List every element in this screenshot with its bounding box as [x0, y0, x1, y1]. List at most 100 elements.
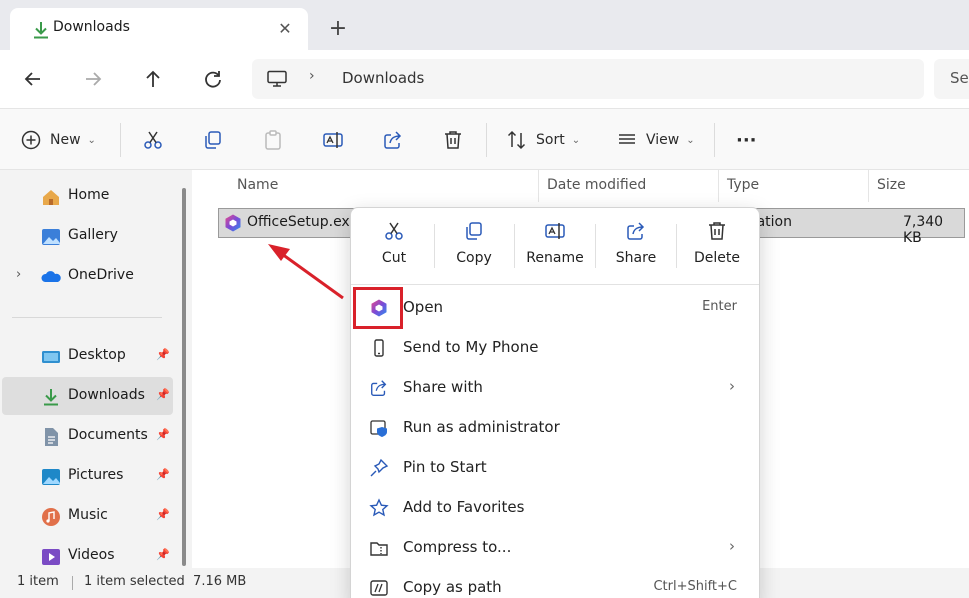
context-rename-button[interactable]: Rename: [514, 220, 596, 278]
column-header-type[interactable]: Type: [727, 177, 759, 193]
menu-item-label: Run as administrator: [403, 418, 560, 436]
menu-item-add-to-favorites[interactable]: Add to Favorites: [355, 489, 755, 527]
tab-downloads[interactable]: Downloads ✕: [10, 8, 308, 50]
sidebar-item-documents[interactable]: Documents 📌: [2, 417, 173, 455]
delete-button[interactable]: [442, 127, 464, 153]
view-button[interactable]: View ⌄: [616, 127, 695, 153]
sidebar-item-pictures[interactable]: Pictures 📌: [2, 457, 173, 495]
copy-icon: [466, 222, 482, 240]
column-divider[interactable]: [718, 170, 719, 202]
sidebar-divider: [12, 317, 162, 318]
menu-item-label: Open: [403, 298, 444, 316]
new-tab-button[interactable]: +: [325, 17, 351, 43]
view-list-icon: [619, 134, 635, 144]
pictures-icon: [42, 469, 60, 485]
context-rename-label: Rename: [526, 250, 584, 266]
phone-icon: [374, 339, 384, 357]
context-menu: Cut Copy Rename Share Delete Open Enter …: [350, 207, 760, 598]
chevron-right-icon: ›: [729, 537, 735, 555]
sidebar-item-downloads[interactable]: Downloads 📌: [2, 377, 173, 415]
back-arrow-icon[interactable]: [20, 66, 46, 92]
plus-circle-icon: [21, 130, 41, 150]
menu-item-copy-as-path[interactable]: Copy as path Ctrl+Shift+C: [355, 569, 755, 598]
column-divider[interactable]: [868, 170, 869, 202]
up-arrow-icon[interactable]: [140, 66, 166, 92]
tab-title: Downloads: [53, 19, 130, 35]
pin-icon: 📌: [156, 508, 170, 521]
menu-item-pin-to-start[interactable]: Pin to Start: [355, 449, 755, 487]
sort-button[interactable]: Sort ⌄: [506, 127, 580, 153]
zip-icon: [370, 542, 388, 556]
this-pc-icon: [267, 70, 287, 87]
trash-icon: [709, 222, 725, 240]
more-options-button[interactable]: ···: [736, 127, 757, 153]
office-icon: [225, 214, 241, 232]
desktop-icon: [42, 351, 60, 363]
sidebar-item-label: Music: [68, 507, 108, 523]
sidebar-item-label: Gallery: [68, 227, 118, 243]
column-header-size[interactable]: Size: [877, 177, 906, 193]
item-count: 1 item: [17, 574, 59, 589]
copy-button[interactable]: [202, 127, 224, 153]
tab-strip: Downloads ✕ +: [0, 0, 969, 50]
menu-item-compress[interactable]: Compress to... ›: [355, 529, 755, 567]
menu-item-run-as-admin[interactable]: Run as administrator: [355, 409, 755, 447]
sidebar-item-onedrive[interactable]: › OneDrive: [2, 257, 173, 295]
context-share-button[interactable]: Share: [595, 220, 677, 278]
star-icon: [369, 498, 389, 517]
menu-item-label: Add to Favorites: [403, 498, 525, 516]
search-input[interactable]: Se: [934, 59, 969, 99]
breadcrumb-downloads[interactable]: Downloads: [342, 69, 424, 87]
context-share-label: Share: [615, 250, 657, 266]
trash-icon: [445, 131, 461, 149]
toolbar-divider: [714, 123, 715, 157]
context-copy-button[interactable]: Copy: [433, 220, 515, 278]
sidebar-item-home[interactable]: Home: [2, 177, 173, 215]
address-bar[interactable]: › Downloads: [252, 59, 924, 99]
menu-item-shortcut: Ctrl+Shift+C: [653, 579, 737, 594]
documents-icon: [45, 428, 58, 446]
file-name: OfficeSetup.exe: [247, 214, 358, 230]
pin-icon: 📌: [156, 468, 170, 481]
sidebar-item-desktop[interactable]: Desktop 📌: [2, 337, 173, 375]
sidebar-item-label: Home: [68, 187, 110, 203]
share-button[interactable]: [382, 127, 404, 153]
command-bar: New ⌄ Sort ⌄ View ⌄ ···: [0, 108, 969, 170]
music-icon: [42, 508, 60, 526]
download-icon: [44, 389, 58, 406]
menu-item-send-to-phone[interactable]: Send to My Phone: [355, 329, 755, 367]
shield-icon: [370, 420, 387, 437]
sidebar-item-music[interactable]: Music 📌: [2, 497, 173, 535]
menu-item-label: Pin to Start: [403, 458, 487, 476]
context-cut-button[interactable]: Cut: [353, 220, 435, 278]
scissors-icon: [144, 131, 162, 149]
menu-divider: [351, 284, 759, 285]
rename-button[interactable]: [322, 127, 344, 153]
menu-item-label: Copy as path: [403, 578, 502, 596]
pin-icon: [370, 458, 389, 477]
chevron-down-icon: ⌄: [87, 134, 96, 146]
menu-item-share-with[interactable]: Share with ›: [355, 369, 755, 407]
sidebar-item-label: OneDrive: [68, 267, 134, 283]
chevron-down-icon: ⌄: [686, 134, 695, 146]
status-divider: [72, 576, 73, 590]
expand-chevron-icon[interactable]: ›: [16, 267, 21, 282]
new-button[interactable]: New ⌄: [20, 127, 96, 153]
forward-arrow-icon[interactable]: [80, 66, 106, 92]
paste-button[interactable]: [262, 127, 284, 153]
menu-item-open[interactable]: Open Enter: [355, 289, 755, 327]
close-tab-icon[interactable]: ✕: [274, 18, 296, 40]
column-divider[interactable]: [538, 170, 539, 202]
menu-item-label: Send to My Phone: [403, 338, 539, 356]
context-delete-label: Delete: [694, 250, 740, 266]
context-delete-button[interactable]: Delete: [676, 220, 758, 278]
breadcrumb-separator: ›: [309, 68, 315, 84]
cut-button[interactable]: [142, 127, 164, 153]
column-header-date[interactable]: Date modified: [547, 177, 646, 193]
sidebar-item-gallery[interactable]: Gallery: [2, 217, 173, 255]
column-header-name[interactable]: Name: [237, 177, 278, 193]
context-cut-label: Cut: [381, 250, 407, 266]
refresh-icon[interactable]: [200, 66, 226, 92]
sidebar-scrollbar[interactable]: [182, 188, 186, 566]
share-icon: [371, 380, 387, 396]
